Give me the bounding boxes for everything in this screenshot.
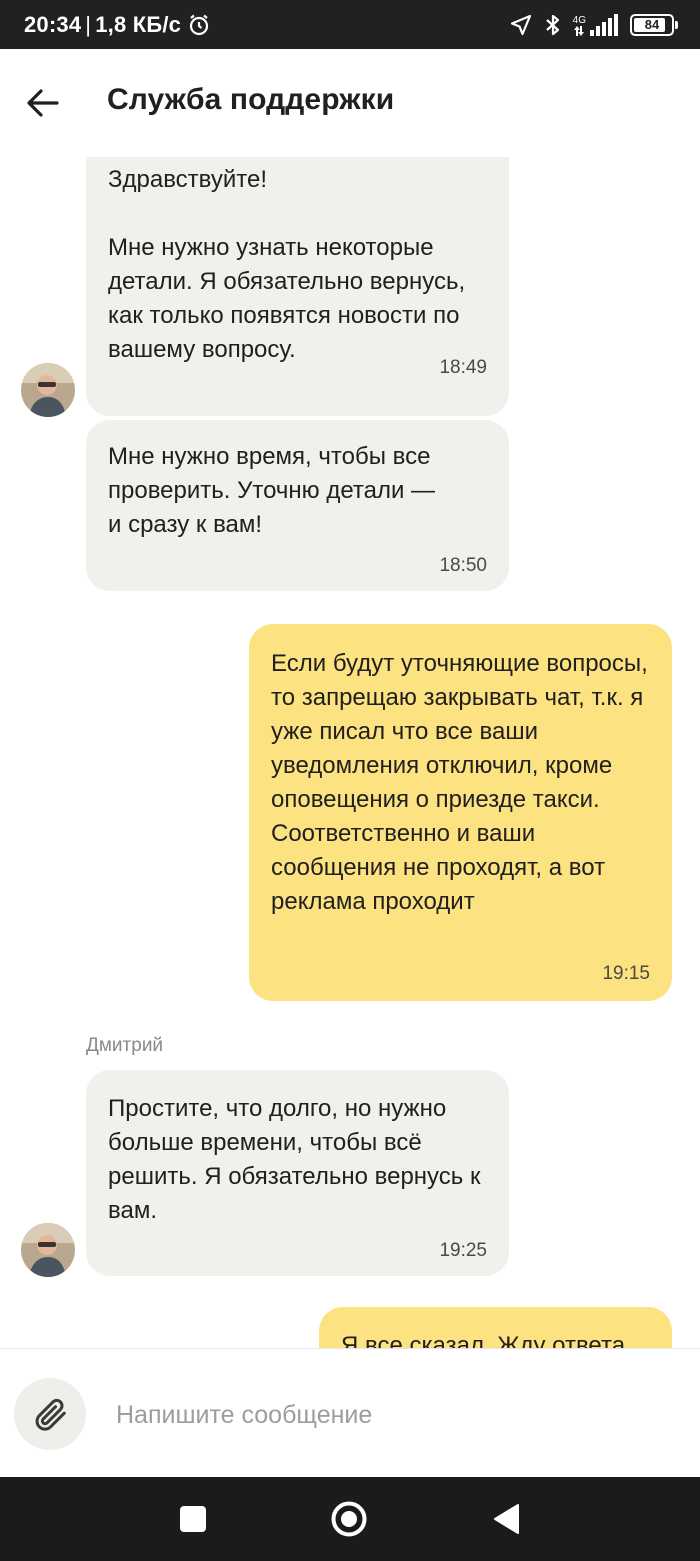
battery-icon: 84: [630, 13, 678, 36]
chat-messages[interactable]: Здравствуйте! Мне нужно узнать некоторые…: [0, 157, 700, 1348]
message-time: 18:50: [439, 555, 487, 576]
paperclip-icon: [31, 1395, 69, 1433]
message-time: 19:25: [439, 1240, 487, 1261]
message-text: Простите, что долго, но нужно больше вре…: [108, 1095, 481, 1224]
network-type: 4G: [572, 14, 586, 26]
battery-level: 84: [644, 17, 660, 32]
system-nav-bar: [0, 1477, 700, 1561]
message-text: Здравствуйте! Мне нужно узнать некоторые…: [108, 166, 466, 363]
status-speed: 1,8 КБ/с: [95, 11, 182, 37]
location-arrow-icon: [509, 13, 533, 37]
message-time: 19:15: [602, 963, 650, 984]
message-text: Если будут уточняющие вопросы, то запрещ…: [271, 650, 648, 915]
outgoing-message: Я все сказал. Жду ответа: [319, 1307, 672, 1348]
back-button[interactable]: [26, 79, 82, 127]
circle-home-icon: [330, 1500, 368, 1538]
message-time: 18:49: [439, 357, 487, 378]
status-bar: 20:34 | 1,8 КБ/с 4G 84: [0, 0, 700, 49]
status-left: 20:34 | 1,8 КБ/с: [24, 0, 211, 49]
back-nav-button[interactable]: [486, 1499, 526, 1539]
message-input[interactable]: [114, 1389, 678, 1441]
alarm-icon: [187, 13, 211, 37]
square-recents-icon: [179, 1505, 207, 1533]
arrow-left-icon: [26, 88, 60, 118]
home-button[interactable]: [329, 1499, 369, 1539]
incoming-message: Простите, что долго, но нужно больше вре…: [86, 1070, 509, 1276]
avatar[interactable]: [21, 1223, 75, 1277]
message-text: Я все сказал. Жду ответа: [341, 1332, 626, 1348]
status-time: 20:34: [24, 11, 82, 37]
triangle-back-icon: [492, 1503, 520, 1535]
signal-icon: 4G: [572, 13, 620, 36]
message-composer: [0, 1348, 700, 1477]
sender-name: Дмитрий: [86, 1035, 164, 1056]
recents-button[interactable]: [173, 1499, 213, 1539]
incoming-message: Здравствуйте! Мне нужно узнать некоторые…: [86, 157, 509, 416]
status-separator: |: [85, 11, 92, 37]
chat-header: Служба поддержки: [0, 49, 700, 157]
bluetooth-icon: [543, 13, 563, 37]
avatar[interactable]: [21, 363, 75, 417]
page-title: Служба поддержки: [107, 83, 395, 116]
message-text: Мне нужно время, чтобы все проверить. Ут…: [108, 443, 436, 538]
incoming-message: Мне нужно время, чтобы все проверить. Ут…: [86, 420, 509, 591]
attach-button[interactable]: [14, 1378, 86, 1450]
status-right: 4G 84: [509, 0, 678, 49]
outgoing-message: Если будут уточняющие вопросы, то запрещ…: [249, 624, 672, 1001]
